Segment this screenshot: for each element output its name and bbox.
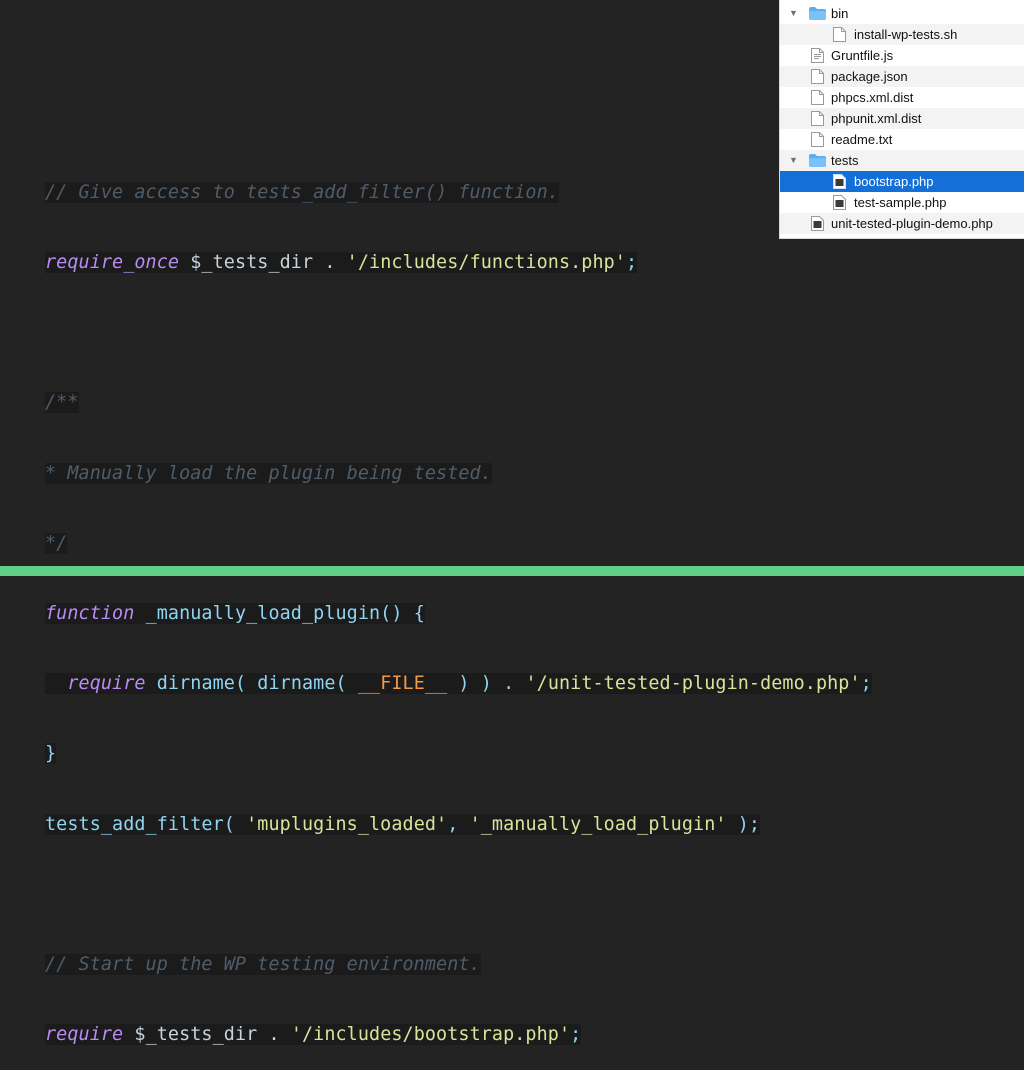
code-text: $_tests_dir . — [123, 1024, 291, 1046]
php-file-icon — [811, 216, 824, 231]
code-text: $_tests_dir . — [179, 252, 347, 274]
disclosure-triangle-icon[interactable]: ▼ — [789, 155, 798, 165]
code-line: require dirname( dirname( __FILE__ ) ) .… — [45, 672, 872, 695]
tree-item-test-sample-php[interactable]: test-sample.php — [780, 192, 1024, 213]
tree-item-phpunit[interactable]: phpunit.xml.dist — [780, 108, 1024, 129]
document-icon — [811, 111, 824, 126]
code-keyword: require — [67, 673, 146, 695]
code-text: tests_add_filter( — [45, 813, 247, 835]
code-comment: // Give access to tests_add_filter() fun… — [45, 181, 559, 203]
code-line: require $_tests_dir . '/includes/bootstr… — [45, 1023, 872, 1046]
code-line: // Give access to tests_add_filter() fun… — [45, 181, 872, 204]
code-line: require_once $_tests_dir . '/includes/fu… — [45, 251, 872, 274]
code-line: // Start up the WP testing environment. — [45, 953, 872, 976]
disclosure-triangle-icon[interactable]: ▼ — [789, 8, 798, 18]
code-comment: // Start up the WP testing environment. — [45, 954, 481, 976]
tree-item-label: Gruntfile.js — [831, 48, 894, 63]
code-keyword: require — [45, 1024, 124, 1046]
tree-item-package-json[interactable]: package.json — [780, 66, 1024, 87]
code-text: _manually_load_plugin() { — [134, 603, 425, 625]
tree-item-bin[interactable]: ▼ bin — [780, 3, 1024, 24]
code-editor: // Give access to tests_add_filter() fun… — [45, 134, 872, 1070]
code-text: } — [45, 743, 57, 765]
code-constant: __FILE__ — [357, 673, 448, 695]
code-punctuation: ); — [726, 813, 761, 835]
code-punctuation: , — [447, 813, 470, 835]
document-icon — [833, 27, 846, 42]
code-string: '/includes/functions.php' — [346, 252, 626, 274]
document-icon — [811, 48, 824, 63]
tree-item-label: test-sample.php — [854, 195, 947, 210]
code-text: ) ) . — [447, 673, 526, 695]
tree-item-plugin-demo-php[interactable]: unit-tested-plugin-demo.php — [780, 213, 1024, 234]
document-icon — [811, 90, 824, 105]
tree-item-install-wp-tests[interactable]: install-wp-tests.sh — [780, 24, 1024, 45]
tree-item-label: tests — [831, 153, 859, 168]
code-string: '_manually_load_plugin' — [469, 813, 727, 835]
code-string: '/unit-tested-plugin-demo.php' — [525, 673, 861, 695]
code-line: /** — [45, 391, 872, 414]
code-keyword: function — [45, 603, 135, 625]
file-tree-panel: ▼ bin install-wp-tests.sh Gruntfile.js p… — [779, 0, 1024, 239]
code-punctuation: ; — [860, 673, 872, 695]
code-line: * Manually load the plugin being tested. — [45, 462, 872, 485]
code-punctuation: ; — [570, 1024, 582, 1046]
tree-item-label: bin — [831, 6, 849, 21]
document-icon — [811, 69, 824, 84]
php-file-icon — [833, 195, 846, 210]
tree-item-bootstrap-php[interactable]: bootstrap.php — [780, 171, 1024, 192]
tree-item-label: readme.txt — [831, 132, 893, 147]
tree-item-label: bootstrap.php — [854, 174, 934, 189]
tree-item-label: phpunit.xml.dist — [831, 111, 922, 126]
php-file-icon — [833, 174, 846, 189]
tree-item-readme[interactable]: readme.txt — [780, 129, 1024, 150]
code-line: function _manually_load_plugin() { — [45, 602, 872, 625]
code-comment: /** — [45, 392, 79, 414]
document-icon — [811, 132, 824, 147]
code-keyword: require_once — [45, 252, 180, 274]
code-string: 'muplugins_loaded' — [246, 813, 448, 835]
code-punctuation: ; — [625, 252, 638, 274]
code-comment: * Manually load the plugin being tested. — [45, 462, 492, 484]
code-comment: */ — [45, 532, 68, 554]
tree-item-phpcs[interactable]: phpcs.xml.dist — [780, 87, 1024, 108]
code-line: } — [45, 742, 872, 765]
tree-item-gruntfile[interactable]: Gruntfile.js — [780, 45, 1024, 66]
tree-item-label: package.json — [831, 69, 908, 84]
code-text: dirname( dirname( — [145, 673, 358, 695]
folder-icon — [809, 154, 826, 167]
tree-item-tests[interactable]: ▼ tests — [780, 150, 1024, 171]
folder-icon — [809, 7, 826, 20]
bottom-accent-bar — [0, 566, 1024, 576]
tree-item-label: phpcs.xml.dist — [831, 90, 914, 105]
tree-item-label: install-wp-tests.sh — [854, 27, 958, 42]
code-string: '/includes/bootstrap.php' — [290, 1024, 571, 1046]
tree-item-label: unit-tested-plugin-demo.php — [831, 216, 993, 231]
code-line: tests_add_filter( 'muplugins_loaded', '_… — [45, 813, 872, 836]
code-line: */ — [45, 532, 872, 555]
